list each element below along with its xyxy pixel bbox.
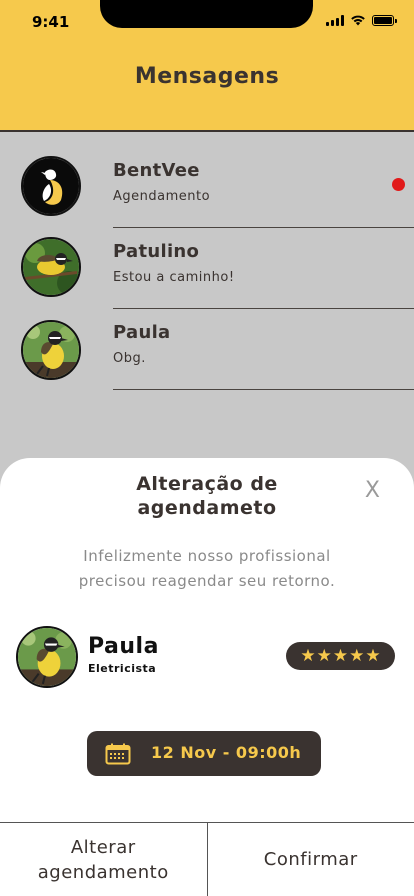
signal-icon <box>326 14 344 26</box>
battery-icon <box>372 14 397 26</box>
unread-indicator <box>392 178 405 191</box>
reschedule-sheet: Alteração de agendameto X Infelizmente n… <box>0 458 414 896</box>
professional-name: Paula <box>88 634 159 659</box>
divider <box>113 308 414 309</box>
sheet-title: Alteração de agendameto <box>136 473 278 519</box>
contact-name: BentVee <box>113 160 200 181</box>
message-row-patulino[interactable]: Patulino Estou a caminho! <box>0 229 414 309</box>
device-notch <box>100 0 313 28</box>
wifi-icon <box>351 15 365 26</box>
message-row-bentvee[interactable]: BentVee Agendamento <box>0 148 414 228</box>
sheet-actions: Alterar agendamento Confirmar <box>0 822 414 896</box>
contact-name: Patulino <box>113 241 200 262</box>
message-row-paula[interactable]: Paula Obg. <box>0 310 414 390</box>
avatar <box>21 156 81 216</box>
close-button[interactable]: X <box>365 478 380 503</box>
rating-badge: ★ ★ ★ ★ ★ <box>286 642 395 670</box>
status-time: 9:41 <box>32 13 70 31</box>
avatar <box>21 320 81 380</box>
avatar <box>21 237 81 297</box>
star-icon: ★ <box>365 645 381 666</box>
divider <box>113 389 414 390</box>
appointment-date: 12 Nov - 09:00h <box>151 743 302 762</box>
star-icon: ★ <box>332 645 349 666</box>
confirm-button[interactable]: Confirmar <box>208 823 414 896</box>
appointment-date-pill: 12 Nov - 09:00h <box>87 731 321 776</box>
message-preview: Estou a caminho! <box>113 270 235 285</box>
star-icon: ★ <box>300 645 316 666</box>
message-preview: Agendamento <box>113 189 211 204</box>
alter-appointment-button[interactable]: Alterar agendamento <box>0 823 208 896</box>
status-icons <box>326 14 397 26</box>
calendar-icon <box>105 743 131 765</box>
star-icon: ★ <box>349 645 365 666</box>
star-icon: ★ <box>316 645 332 666</box>
professional-avatar <box>16 626 78 688</box>
sheet-message: Infelizmente nosso profissional precisou… <box>78 547 336 590</box>
contact-name: Paula <box>113 322 171 343</box>
page-title: Mensagens <box>134 64 280 89</box>
professional-role: Eletricista <box>88 662 157 675</box>
app-header: 9:41 Mensagens <box>0 0 414 132</box>
message-preview: Obg. <box>113 351 146 366</box>
divider <box>113 227 414 228</box>
